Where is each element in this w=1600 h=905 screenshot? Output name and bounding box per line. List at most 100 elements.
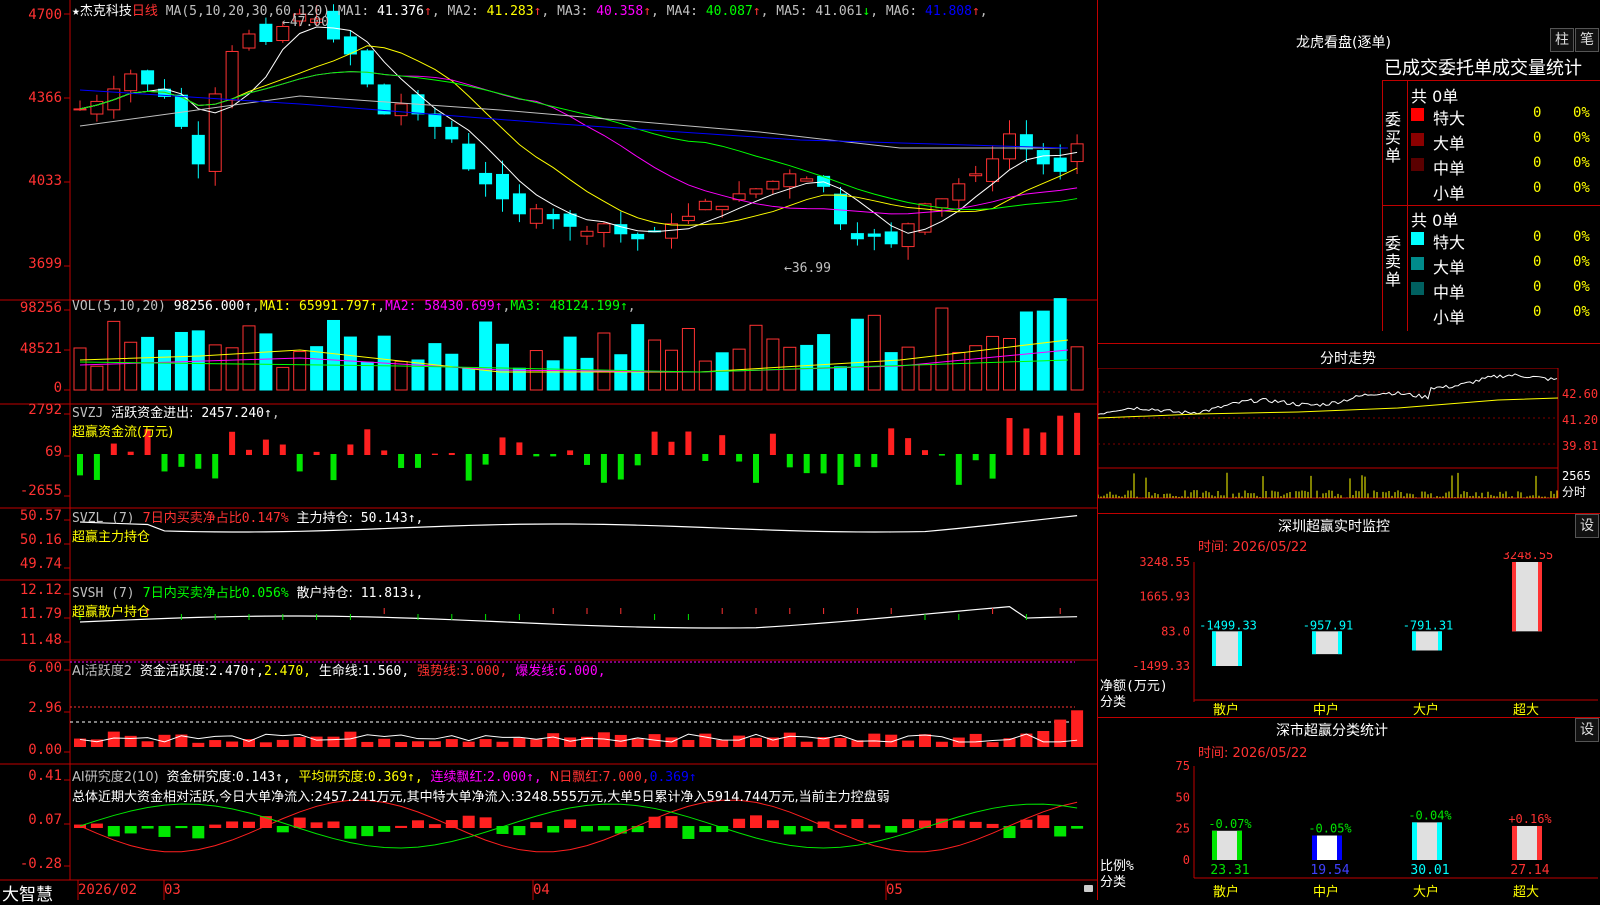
candle-body[interactable] xyxy=(766,180,780,190)
candle-body[interactable] xyxy=(597,223,611,233)
intraday-chart[interactable]: 42.60 41.20 39.81 2565 分时 xyxy=(1098,368,1600,514)
candle-body[interactable] xyxy=(563,213,577,227)
candle-body[interactable] xyxy=(969,173,983,177)
activity-bar xyxy=(1037,730,1050,747)
order-qty: 0 xyxy=(1533,105,1542,121)
activity-bar xyxy=(1054,719,1067,747)
research-bar xyxy=(986,823,999,828)
volume-bar xyxy=(850,318,864,391)
activity-bar xyxy=(834,737,847,747)
research-bar xyxy=(378,826,391,832)
candle-body[interactable] xyxy=(681,215,695,222)
candle-body[interactable] xyxy=(445,126,459,140)
sz-monitor-settings-button[interactable]: 设 xyxy=(1575,514,1599,538)
candle-body[interactable] xyxy=(884,231,898,245)
candle-body[interactable] xyxy=(749,188,763,195)
candle-body[interactable] xyxy=(208,93,222,172)
sz-class-panel: 深市超赢分类统计 设 时间: 2026/05/22 75 50 25 0 比例% 分类 -0… xyxy=(1098,718,1600,900)
candle-body[interactable] xyxy=(850,233,864,240)
candle-body[interactable] xyxy=(496,173,509,200)
period-label[interactable]: 日线 xyxy=(132,4,158,19)
svzl-title: SVZL (7) xyxy=(72,511,135,526)
volume-bar xyxy=(360,361,374,391)
volume-bar xyxy=(563,336,577,391)
candle-body[interactable] xyxy=(867,233,881,237)
candle-body[interactable] xyxy=(800,178,814,182)
candle-body[interactable] xyxy=(73,108,87,111)
candle-body[interactable] xyxy=(394,103,408,117)
candle-body[interactable] xyxy=(952,183,966,201)
fund-flow-bar xyxy=(820,454,827,474)
separator: , xyxy=(377,299,386,314)
candle-body[interactable] xyxy=(462,143,476,170)
volume-bar xyxy=(343,336,357,391)
candle-body[interactable] xyxy=(1053,157,1067,172)
y-axis-label: 50.57 xyxy=(19,508,62,524)
candle-body[interactable] xyxy=(377,84,391,115)
fund-flow-bar xyxy=(972,454,979,461)
candle-body[interactable] xyxy=(191,134,205,165)
fund-flow-bar xyxy=(955,454,962,485)
candle-body[interactable] xyxy=(259,23,273,42)
svsh-value1: 0.056% xyxy=(241,586,289,601)
y-axis-label: 2792 xyxy=(28,402,62,418)
column-view-button[interactable]: 柱 xyxy=(1550,28,1574,52)
fund-flow-bar xyxy=(110,443,117,455)
order-pct: 0% xyxy=(1573,304,1590,320)
order-qty: 0 xyxy=(1533,130,1542,146)
candle-body[interactable] xyxy=(631,233,645,240)
candle-body[interactable] xyxy=(698,200,712,211)
volume-bar xyxy=(665,349,678,391)
legend-swatch xyxy=(1411,158,1424,171)
activity-bar xyxy=(530,739,543,747)
y-axis-label: 4366 xyxy=(28,90,62,106)
candle-body[interactable] xyxy=(715,205,729,211)
net-bar xyxy=(1312,631,1342,655)
tick-view-button[interactable]: 笔 xyxy=(1575,28,1599,52)
main-chart-area[interactable]: ←47.00 ←36.99 xyxy=(0,0,1098,900)
candle-body[interactable] xyxy=(935,198,949,209)
svsh-header: SVSH (7) 7日内买卖净占比0.056% 散户持仓: 11.813↓, 超… xyxy=(72,582,423,620)
candle-body[interactable] xyxy=(986,158,1000,182)
candle-body[interactable] xyxy=(225,50,239,101)
candle-body[interactable] xyxy=(124,73,138,92)
candle-body[interactable] xyxy=(529,208,543,224)
fund-flow-bar xyxy=(584,454,590,465)
ai2-value4: 7.000, xyxy=(602,770,650,785)
intraday-panel[interactable]: 分时走势 42.60 41.20 39.81 2565 分时 xyxy=(1098,344,1600,514)
legend-swatch xyxy=(1411,232,1424,245)
ai2-label1: 资金研究度: xyxy=(166,770,236,785)
ma-value: 41.376 xyxy=(377,4,424,19)
sz-class-settings-button[interactable]: 设 xyxy=(1575,718,1599,742)
candle-body[interactable] xyxy=(918,203,932,233)
svsh-title: SVSH (7) xyxy=(72,586,135,601)
fund-flow-bar xyxy=(381,450,388,455)
candle-body[interactable] xyxy=(901,223,915,248)
sz-class-title: 深市超赢分类统计 xyxy=(1276,723,1388,739)
research-bar xyxy=(885,826,898,833)
candle-body[interactable] xyxy=(783,173,797,188)
research-bar xyxy=(682,826,695,839)
kline-chart[interactable]: ←47.00←36.99 xyxy=(0,0,1098,900)
net-bar-edge xyxy=(1538,562,1542,632)
candle-body[interactable] xyxy=(242,33,256,49)
volume-bar xyxy=(496,343,509,391)
candle-body[interactable] xyxy=(360,50,374,85)
sell-side-label: 委卖单 xyxy=(1385,234,1402,289)
candle-body[interactable] xyxy=(834,193,847,225)
star-icon[interactable]: ★ xyxy=(72,4,80,19)
candle-body[interactable] xyxy=(580,230,594,237)
candle-body[interactable] xyxy=(428,113,442,127)
activity-bar xyxy=(868,733,881,747)
lock-icon[interactable] xyxy=(1084,885,1093,892)
y-axis-label: 75 xyxy=(1176,759,1190,773)
fund-flow-bar xyxy=(77,454,83,476)
fund-flow-bar xyxy=(415,454,421,468)
candle-body[interactable] xyxy=(512,193,526,215)
candle-body[interactable] xyxy=(174,94,188,127)
candle-body[interactable] xyxy=(546,213,560,220)
candle-body[interactable] xyxy=(479,172,493,185)
candle-body[interactable] xyxy=(141,70,155,85)
volume-bar xyxy=(124,341,138,391)
activity-bar xyxy=(682,739,695,747)
